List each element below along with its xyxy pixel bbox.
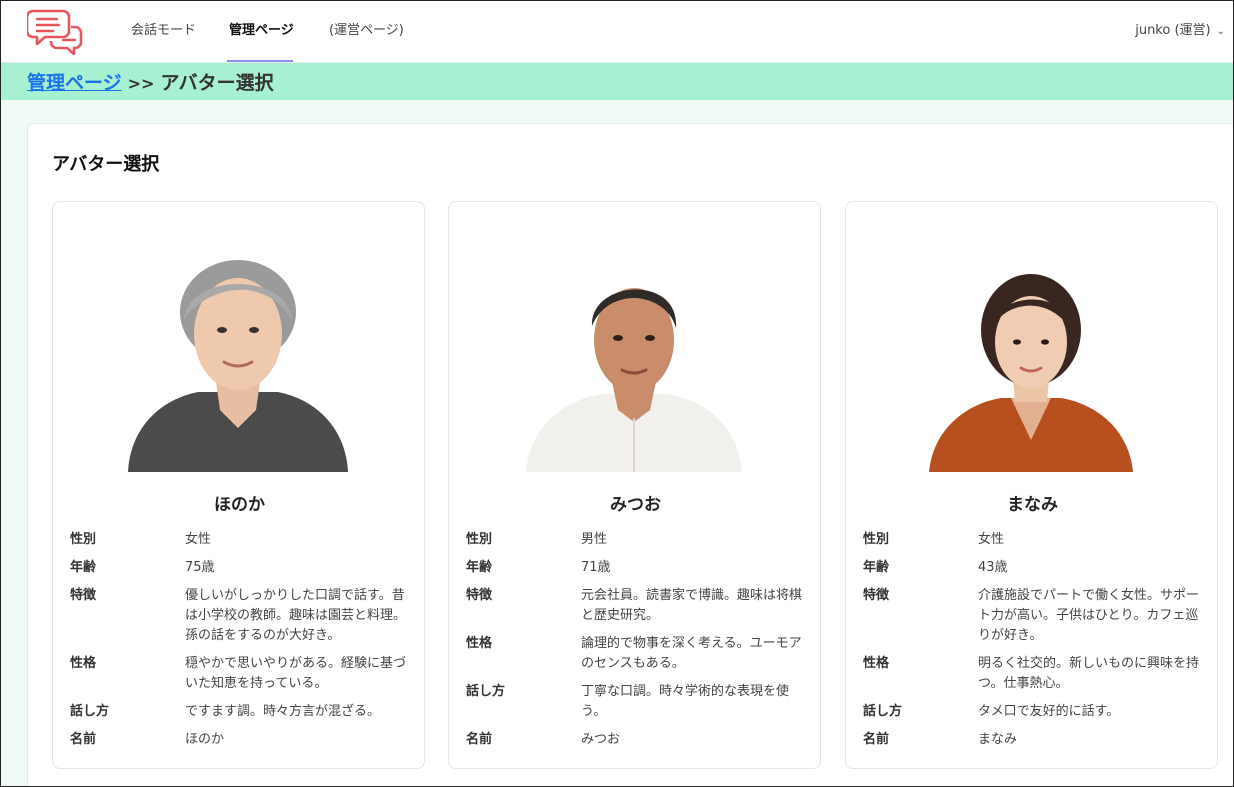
label-gender: 性別 [863, 532, 890, 547]
value-speech: 丁寧な口調。時々学術的な表現を使う。 [581, 684, 790, 719]
avatar-card-mitsuo[interactable]: みつお 性別 男性 年齢 71歳 特徴 元会社員。読書家で博識。趣味は将棋と歴史… [448, 201, 821, 769]
avatar-name-title: ほのか [214, 495, 265, 515]
label-personality: 性格 [863, 656, 890, 671]
breadcrumb-current: アバター選択 [160, 72, 274, 94]
label-gender: 性別 [70, 532, 97, 547]
label-speech: 話し方 [70, 704, 110, 719]
nav-operations-page[interactable]: (運営ページ) [329, 1, 404, 63]
user-menu[interactable]: junko (運営) ⌄ [1135, 1, 1225, 63]
label-speech: 話し方 [863, 704, 903, 719]
label-age: 年齢 [466, 560, 493, 575]
breadcrumb-link-admin[interactable]: 管理ページ [27, 72, 122, 94]
value-speech: ですます調。時々方言が混ざる。 [185, 704, 381, 719]
avatar-photo-manami [921, 250, 1141, 472]
value-personality: 明るく社交的。新しいものに興味を持つ。仕事熱心。 [978, 656, 1200, 691]
value-age: 75歳 [185, 560, 215, 575]
breadcrumb-separator: >> [127, 74, 155, 93]
label-traits: 特徴 [466, 588, 493, 603]
app-frame: 会話モード 管理ページ (運営ページ) junko (運営) ⌄ 管理ページ >> ア… [0, 0, 1234, 787]
label-traits: 特徴 [70, 588, 97, 603]
label-gender: 性別 [466, 532, 493, 547]
label-age: 年齢 [863, 560, 890, 575]
avatar-photo-honoka [128, 250, 348, 472]
value-traits: 元会社員。読書家で博識。趣味は将棋と歴史研究。 [581, 588, 803, 623]
value-name: みつお [581, 732, 621, 747]
label-personality: 性格 [70, 656, 97, 671]
value-gender: 女性 [185, 532, 212, 547]
label-name: 名前 [70, 732, 97, 747]
label-personality: 性格 [466, 636, 493, 651]
value-name: まなみ [978, 732, 1018, 747]
label-age: 年齢 [70, 560, 97, 575]
avatar-card-manami[interactable]: まなみ 性別 女性 年齢 43歳 特徴 介護施設でパートで働く女性。サポート力が… [845, 201, 1218, 769]
chevron-down-icon: ⌄ [1216, 26, 1225, 37]
label-speech: 話し方 [466, 684, 506, 699]
nav-admin-page[interactable]: 管理ページ [229, 1, 294, 63]
value-gender: 男性 [581, 532, 608, 547]
breadcrumb-bar: 管理ページ >> アバター選択 [1, 63, 1233, 100]
label-traits: 特徴 [863, 588, 890, 603]
page-title: アバター選択 [52, 154, 160, 175]
avatar-photo-mitsuo [524, 250, 744, 472]
value-traits: 優しいがしっかりした口調で話す。昔は小学校の教師。趣味は園芸と料理。孫の話をする… [185, 588, 407, 643]
value-personality: 論理的で物事を深く考える。ユーモアのセンスもある。 [581, 636, 802, 671]
avatar-name-title: まなみ [1007, 495, 1058, 515]
value-gender: 女性 [978, 532, 1005, 547]
avatar-card-honoka[interactable]: ほのか 性別 女性 年齢 75歳 特徴 優しいがしっかりした口調で話す。昔は小学… [52, 201, 425, 769]
breadcrumb: 管理ページ >> アバター選択 [27, 68, 274, 95]
value-name: ほのか [185, 732, 225, 747]
value-speech: タメ口で友好的に話す。 [978, 704, 1120, 719]
chat-logo-icon[interactable] [25, 5, 85, 56]
user-name: junko (運営) [1135, 23, 1211, 38]
nav-conversation-mode[interactable]: 会話モード [131, 1, 196, 63]
value-personality: 穏やかで思いやりがある。経験に基づいた知恵を持っている。 [185, 656, 407, 691]
active-tab-indicator [227, 60, 293, 62]
value-traits: 介護施設でパートで働く女性。サポート力が高い。子供はひとり。カフェ巡りが好き。 [978, 588, 1200, 643]
top-nav: 会話モード 管理ページ (運営ページ) junko (運営) ⌄ [1, 1, 1233, 63]
avatar-selection-panel: アバター選択 ほのか 性別 女性 年齢 75歳 特徴 優しいがしっかりした口調で… [27, 123, 1233, 786]
label-name: 名前 [466, 732, 493, 747]
label-name: 名前 [863, 732, 890, 747]
value-age: 71歳 [581, 560, 611, 575]
value-age: 43歳 [978, 560, 1008, 575]
avatar-name-title: みつお [610, 495, 661, 515]
